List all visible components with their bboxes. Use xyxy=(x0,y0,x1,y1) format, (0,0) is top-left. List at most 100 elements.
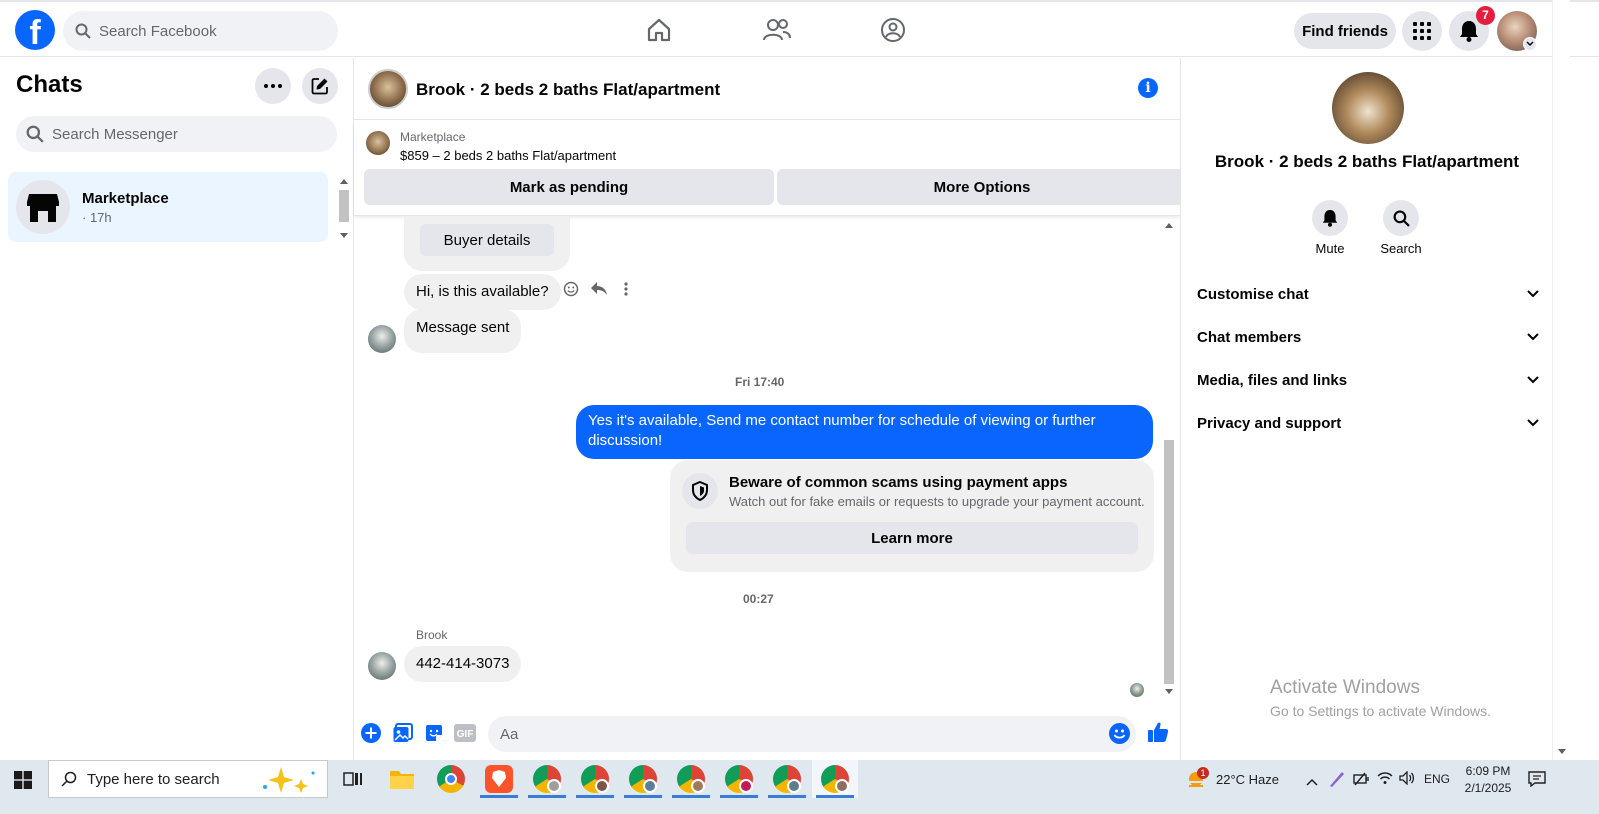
power-plug-icon[interactable] xyxy=(1352,771,1370,792)
privacy-support-section[interactable]: Privacy and support xyxy=(1197,403,1539,443)
reply-icon[interactable] xyxy=(590,280,608,298)
notification-center-icon[interactable] xyxy=(1528,771,1546,792)
chrome-icon[interactable] xyxy=(437,765,465,793)
chat-options-button[interactable] xyxy=(255,68,291,104)
task-view-icon[interactable] xyxy=(343,770,363,793)
message-bubble-reply[interactable]: Yes it's available, Send me contact numb… xyxy=(576,405,1153,459)
conversation-title[interactable]: Brook · 2 beds 2 baths Flat/apartment xyxy=(416,80,720,100)
message-bubble-sent-notice[interactable]: Message sent xyxy=(404,309,522,353)
groups-icon[interactable] xyxy=(879,16,907,44)
clock-date[interactable]: 2/1/2025 xyxy=(1460,781,1516,795)
chat-details-panel: Brook · 2 beds 2 baths Flat/apartment Mu… xyxy=(1180,58,1552,760)
scroll-down-arrow-icon[interactable] xyxy=(1165,689,1173,694)
weather-badge: 1 xyxy=(1197,767,1209,779)
chevron-down-icon xyxy=(1527,376,1539,384)
chevron-down-icon[interactable] xyxy=(1523,37,1537,51)
active-app-indicator xyxy=(624,795,662,798)
search-icon[interactable] xyxy=(1383,200,1419,236)
sender-avatar[interactable] xyxy=(368,652,396,680)
message-timestamp: Fri 17:40 xyxy=(735,375,785,389)
chat-list-scrollbar[interactable] xyxy=(337,174,351,242)
search-icon xyxy=(75,23,91,39)
media-files-links-section[interactable]: Media, files and links xyxy=(1197,360,1539,400)
mark-as-pending-button[interactable]: Mark as pending xyxy=(364,169,774,205)
listing-thumbnail[interactable] xyxy=(366,131,390,155)
plus-circle-icon[interactable] xyxy=(360,722,382,744)
home-icon[interactable] xyxy=(645,16,673,44)
scrollbar-thumb[interactable] xyxy=(339,190,349,222)
friends-icon[interactable] xyxy=(763,16,791,44)
mute-button[interactable]: Mute xyxy=(1300,200,1360,256)
chrome-profile-icon[interactable] xyxy=(677,765,705,793)
conversation-panel: Brook · 2 beds 2 baths Flat/apartment i … xyxy=(354,58,1187,760)
chrome-profile-icon[interactable] xyxy=(629,765,657,793)
chat-name: Marketplace xyxy=(82,190,169,207)
chrome-profile-icon[interactable] xyxy=(581,765,609,793)
page-scrollbar[interactable] xyxy=(1552,0,1570,760)
chevron-down-icon xyxy=(1527,419,1539,427)
chrome-profile-icon[interactable] xyxy=(533,765,561,793)
conversation-scrollbar[interactable] xyxy=(1162,218,1176,698)
search-conversation-button[interactable]: Search xyxy=(1371,200,1431,256)
marketplace-listing-banner: Marketplace $859 – 2 beds 2 baths Flat/a… xyxy=(354,121,1187,216)
active-app-indicator xyxy=(816,795,854,798)
emoji-icon[interactable] xyxy=(1109,723,1130,744)
message-bubble-question[interactable]: Hi, is this available? xyxy=(404,274,561,310)
facebook-logo-icon[interactable]: f xyxy=(15,10,55,50)
chrome-profile-icon[interactable] xyxy=(821,765,849,793)
chrome-profile-icon[interactable] xyxy=(725,765,753,793)
facebook-search-input[interactable]: Search Facebook xyxy=(63,11,338,51)
conversation-avatar[interactable] xyxy=(368,69,408,109)
gif-icon[interactable]: GIF xyxy=(454,722,476,744)
scrollbar-thumb[interactable] xyxy=(1164,440,1174,684)
active-app-indicator xyxy=(528,795,566,798)
bell-icon[interactable] xyxy=(1312,200,1348,236)
more-vertical-icon[interactable] xyxy=(617,280,635,298)
find-friends-button[interactable]: Find friends xyxy=(1294,13,1396,49)
file-explorer-icon[interactable] xyxy=(389,768,415,795)
chat-members-section[interactable]: Chat members xyxy=(1197,317,1539,357)
learn-more-button[interactable]: Learn more xyxy=(686,522,1138,554)
section-label: Media, files and links xyxy=(1197,371,1348,389)
pen-icon[interactable] xyxy=(1328,770,1346,793)
chat-list-item[interactable]: Marketplace · 17h xyxy=(8,172,328,242)
section-label: Privacy and support xyxy=(1197,414,1342,432)
message-bubble-phone[interactable]: 442-414-3073 xyxy=(404,646,522,682)
chrome-profile-icon[interactable] xyxy=(773,765,801,793)
customise-chat-section[interactable]: Customise chat xyxy=(1197,274,1539,314)
marketplace-store-icon xyxy=(16,180,70,234)
scroll-down-arrow-icon[interactable] xyxy=(340,233,348,238)
buyer-details-button[interactable]: Buyer details xyxy=(420,224,554,256)
scroll-up-arrow-icon[interactable] xyxy=(1165,223,1173,228)
section-label: Customise chat xyxy=(1197,285,1309,303)
read-receipt-avatar xyxy=(1130,683,1144,697)
sender-name-label: Brook xyxy=(416,628,448,642)
windows-start-icon[interactable] xyxy=(14,771,32,794)
chevron-down-icon xyxy=(1527,290,1539,298)
react-emoji-icon[interactable] xyxy=(562,280,580,298)
wifi-icon[interactable] xyxy=(1377,771,1393,790)
compose-icon xyxy=(311,78,328,95)
language-indicator[interactable]: ENG xyxy=(1424,772,1450,786)
photo-icon[interactable] xyxy=(392,722,414,744)
listing-price-title[interactable]: $859 – 2 beds 2 baths Flat/apartment xyxy=(400,148,616,163)
clock-time[interactable]: 6:09 PM xyxy=(1464,764,1512,778)
messenger-search-input[interactable]: Search Messenger xyxy=(16,116,337,152)
volume-icon[interactable] xyxy=(1399,770,1415,790)
menu-grid-icon[interactable] xyxy=(1402,11,1442,51)
sticker-icon[interactable] xyxy=(423,722,445,744)
weather-text[interactable]: 22°C Haze xyxy=(1216,772,1279,787)
sender-avatar[interactable] xyxy=(368,325,396,353)
taskbar-search-input[interactable]: Type here to search xyxy=(48,760,328,798)
new-message-button[interactable] xyxy=(302,68,338,104)
chat-details-avatar[interactable] xyxy=(1332,72,1404,144)
chevron-up-icon[interactable] xyxy=(1306,773,1318,791)
message-input[interactable]: Aa xyxy=(488,716,1136,752)
more-options-button[interactable]: More Options xyxy=(777,169,1187,205)
thumbs-up-icon[interactable] xyxy=(1146,720,1170,744)
chats-title: Chats xyxy=(16,71,83,98)
info-icon[interactable]: i xyxy=(1138,78,1158,98)
scroll-up-arrow-icon[interactable] xyxy=(340,179,348,184)
brave-browser-icon[interactable] xyxy=(485,765,513,793)
scroll-down-arrow-icon[interactable] xyxy=(1558,749,1566,754)
